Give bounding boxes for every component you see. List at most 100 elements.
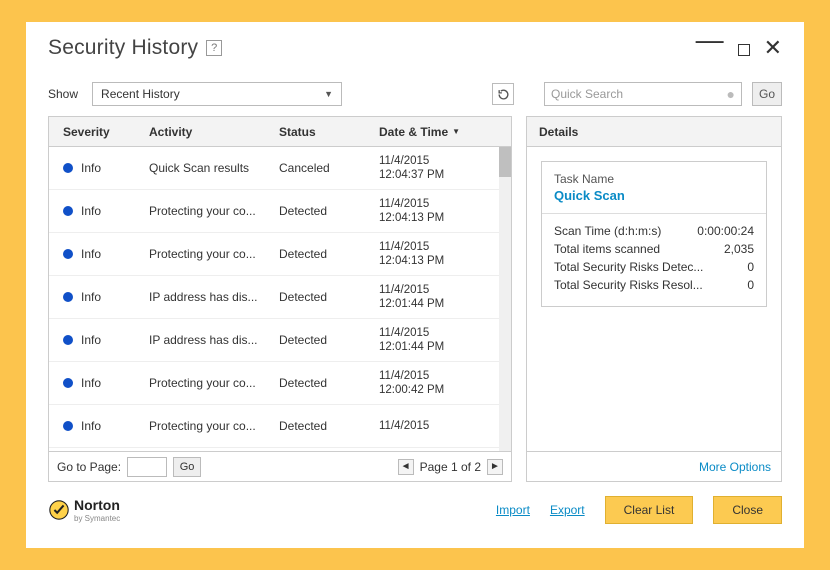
norton-check-icon [48,499,70,521]
col-activity-header[interactable]: Activity [149,125,279,139]
status-value: Detected [279,290,379,304]
window-controls: — ✕ [696,40,782,56]
footer: Norton by Symantec Import Export Clear L… [26,482,804,524]
activity-value: IP address has dis... [149,333,279,347]
detail-label: Total items scanned [554,242,660,256]
status-value: Detected [279,247,379,261]
detail-label: Scan Time (d:h:m:s) [554,224,661,238]
activity-value: IP address has dis... [149,290,279,304]
table-row[interactable]: Info Protecting your co...Detected11/4/20… [49,233,511,276]
table-row[interactable]: InfoProtecting your co...Detected11/4/20… [49,190,511,233]
details-header: Details [527,117,781,147]
datetime-value: 11/4/201512:04:13 PM [379,197,511,226]
activity-value: Protecting your co... [149,376,279,390]
activity-value: Protecting your co... [149,419,279,433]
severity-dot-icon [63,292,73,302]
table-row[interactable]: Info Quick Scan resultsCanceled11/4/20151… [49,147,511,190]
severity-value: Info [81,247,101,261]
col-status-header[interactable]: Status [279,125,379,139]
show-label: Show [48,87,78,101]
table-row[interactable]: Info IP address has dis...Detected11/4/20… [49,276,511,319]
severity-dot-icon [63,206,73,216]
close-button[interactable]: Close [713,496,782,524]
scrollbar-track[interactable] [499,147,511,451]
help-icon[interactable]: ? [206,40,222,56]
severity-dot-icon [63,378,73,388]
detail-value: 0 [747,278,754,292]
filter-row: Show Recent History ▼ Quick Search ● Go [26,74,804,116]
details-panel: Details Task Name Quick Scan Scan Time (… [526,116,782,452]
status-value: Detected [279,376,379,390]
table-row[interactable]: InfoProtecting your co...Detected11/4/20… [49,405,511,448]
detail-row: Total items scanned 2,035 [554,242,754,256]
minimize-icon[interactable]: — [696,32,724,48]
maximize-icon[interactable] [738,40,750,56]
brand-name: Norton [74,497,120,513]
clear-search-icon[interactable]: ● [727,86,735,102]
refresh-icon [497,88,510,101]
status-value: Detected [279,333,379,347]
datetime-value: 11/4/201512:04:37 PM [379,154,511,183]
detail-label: Total Security Risks Detec... [554,260,703,274]
table-row[interactable]: Info Protecting your co...Detected11/4/20… [49,362,511,405]
severity-dot-icon [63,249,73,259]
more-options-row: More Options [526,452,782,482]
chevron-down-icon: ▼ [324,89,333,99]
status-value: Canceled [279,161,379,175]
search-go-button[interactable]: Go [752,82,782,106]
grid-header: Severity Activity Status Date & Time▼ [49,117,511,147]
status-value: Detected [279,419,379,433]
datetime-value: 11/4/201512:01:44 PM [379,283,511,312]
detail-row: Scan Time (d:h:m:s)0:00:00:24 [554,224,754,238]
datetime-value: 11/4/201512:00:42 PM [379,369,511,398]
severity-value: Info [81,333,101,347]
detail-value: 0 [747,260,754,274]
page-title: Security History [48,36,198,60]
search-input[interactable]: Quick Search ● [544,82,742,106]
col-datetime-header[interactable]: Date & Time▼ [379,125,511,139]
clear-list-button[interactable]: Clear List [605,496,694,524]
activity-value: Protecting your co... [149,247,279,261]
dropdown-value: Recent History [101,87,180,101]
security-history-window: Security History ? — ✕ Show Recent Histo… [26,22,804,548]
severity-value: Info [81,204,101,218]
history-grid: Severity Activity Status Date & Time▼ In… [48,116,512,452]
export-link[interactable]: Export [550,503,585,517]
sort-desc-icon: ▼ [452,127,460,136]
norton-logo: Norton by Symantec [48,497,120,523]
severity-value: Info [81,290,101,304]
detail-row: Total Security Risks Resol... 0 [554,278,754,292]
history-filter-dropdown[interactable]: Recent History ▼ [92,82,342,106]
table-row[interactable]: Info IP address has dis...Detected11/4/20… [49,319,511,362]
next-page-button[interactable]: ► [487,459,503,475]
datetime-value: 11/4/2015 [379,419,511,433]
scrollbar-thumb[interactable] [499,147,511,177]
search-placeholder: Quick Search [551,87,623,101]
goto-page-button[interactable]: Go [173,457,201,477]
goto-page-input[interactable] [127,457,167,477]
more-options-link[interactable]: More Options [699,460,771,474]
prev-page-button[interactable]: ◄ [398,459,414,475]
detail-row: Total Security Risks Detec... 0 [554,260,754,274]
page-indicator: Page 1 of 2 [420,460,481,474]
pager: Go to Page: Go ◄ Page 1 of 2 ► [48,452,512,482]
task-name-value: Quick Scan [554,188,754,203]
detail-label: Total Security Risks Resol... [554,278,703,292]
status-value: Detected [279,204,379,218]
detail-value: 2,035 [724,242,754,256]
import-link[interactable]: Import [496,503,530,517]
severity-value: Info [81,376,101,390]
datetime-value: 11/4/201512:01:44 PM [379,326,511,355]
close-icon[interactable]: ✕ [764,40,782,56]
activity-value: Quick Scan results [149,161,279,175]
severity-dot-icon [63,335,73,345]
goto-page-label: Go to Page: [57,460,121,474]
datetime-value: 11/4/201512:04:13 PM [379,240,511,269]
details-box: Task Name Quick Scan Scan Time (d:h:m:s)… [541,161,767,307]
brand-sub: by Symantec [74,515,120,523]
titlebar: Security History ? — ✕ [26,22,804,74]
severity-value: Info [81,161,101,175]
task-name-label: Task Name [554,172,754,186]
col-severity-header[interactable]: Severity [49,125,149,139]
refresh-button[interactable] [492,83,514,105]
